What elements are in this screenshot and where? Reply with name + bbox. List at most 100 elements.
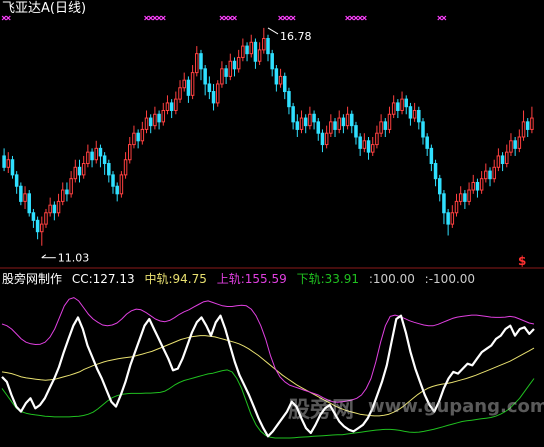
candle-body [262, 38, 266, 51]
high-price-label: 16.78 [280, 30, 312, 43]
watermark-url: www.gupang.com [368, 396, 544, 417]
candle-body [44, 212, 48, 225]
candle-body [23, 193, 27, 202]
candle-body [132, 132, 136, 146]
candle-body [530, 117, 534, 130]
candle-body [77, 166, 82, 176]
candle-body [236, 56, 241, 70]
candle-body [81, 163, 86, 176]
candle-body [190, 72, 195, 96]
candle-body [215, 83, 220, 104]
candle-body [379, 121, 383, 134]
candle-body [69, 178, 73, 195]
candle-body [329, 121, 333, 134]
candle-body [320, 132, 325, 146]
candle-body [358, 136, 362, 149]
candle-body [157, 113, 161, 123]
candle-body [98, 147, 103, 157]
candle-body [174, 98, 178, 111]
ref-high-label: :100.00 [368, 272, 415, 286]
candle-body [144, 117, 149, 130]
candle-body [10, 159, 15, 176]
candle-body [500, 155, 505, 165]
signal-marker [1, 15, 7, 21]
candle-body [299, 117, 304, 130]
candle-body [40, 223, 44, 233]
cc-label: CC:127.13 [71, 272, 135, 286]
candle-body [278, 75, 283, 85]
signal-marker [286, 15, 292, 21]
candle-body [14, 174, 19, 187]
signal-marker [361, 15, 367, 21]
candle-body [287, 91, 291, 108]
signal-marker [357, 15, 363, 21]
candle-body [136, 132, 140, 142]
candle-body [337, 117, 341, 130]
candle-body [509, 140, 513, 153]
candle-body [437, 178, 442, 195]
signal-marker [227, 15, 233, 21]
candle-body [467, 189, 471, 202]
candle-body [224, 68, 228, 77]
signal-marker [345, 15, 351, 21]
ref-low-label: :-100.00 [424, 272, 476, 286]
candle-body [463, 193, 467, 202]
candle-body [31, 212, 36, 221]
signal-marker [282, 15, 288, 21]
signal-marker [144, 15, 149, 21]
low-price-label: 11.03 [58, 252, 89, 265]
signal-marker [223, 15, 229, 21]
signal-marker [152, 15, 158, 21]
candle-body [128, 144, 132, 161]
candle-body [266, 38, 270, 55]
candle-body [56, 200, 61, 214]
candle-body [140, 128, 145, 142]
candle-body [488, 170, 492, 180]
candle-body [425, 136, 429, 149]
candle-body [312, 113, 316, 123]
chart-title: 飞亚达A(日线) [2, 1, 87, 16]
signal-marker [290, 15, 296, 21]
candle-body [446, 212, 450, 225]
candle-body [366, 140, 371, 153]
candle-body [400, 98, 404, 111]
candle-body [417, 109, 421, 123]
candle-body [165, 102, 170, 111]
candle-body [505, 151, 509, 165]
candle-body [345, 113, 350, 127]
candle-body [408, 106, 413, 119]
candle-body [475, 181, 480, 191]
candle-body [107, 163, 111, 176]
candle-body [471, 181, 476, 191]
candle-body [153, 113, 157, 127]
mid-label: 中轨:94.75 [144, 272, 207, 286]
candle-body [48, 204, 52, 214]
signal-marker [437, 15, 443, 21]
candle-body [429, 147, 434, 165]
candle-body [253, 41, 258, 62]
signal-marker [160, 15, 166, 21]
candle-body [282, 75, 287, 93]
candle-body [123, 159, 128, 176]
watermark-cn: 股旁网 [288, 398, 355, 423]
upper-band-line [1, 297, 535, 403]
candle-body [119, 174, 124, 195]
candle-body [186, 79, 191, 96]
indicator-header: 股旁网制作 CC:127.13 中轨:94.75 上轨:155.59 下轨:33… [2, 270, 481, 287]
candle-body [6, 159, 11, 168]
chart-svg: 16.78 11.03 [0, 15, 544, 439]
candle-body [375, 132, 379, 146]
candle-body [111, 174, 115, 187]
chart-stage: 16.78 11.03 飞亚达A(日线) $ 股旁网制作 CC:127.13 中轨… [0, 0, 544, 443]
dollar-marker: $ [518, 254, 527, 268]
signal-marker [5, 15, 11, 21]
candle-body [161, 109, 166, 123]
signal-marker [278, 15, 283, 21]
candle-body [484, 170, 488, 180]
candle-body [241, 45, 245, 58]
signal-marker [353, 15, 359, 21]
candle-body [412, 109, 417, 119]
candle-body [387, 113, 392, 130]
candle-body [90, 151, 94, 161]
candle-body [199, 53, 203, 70]
